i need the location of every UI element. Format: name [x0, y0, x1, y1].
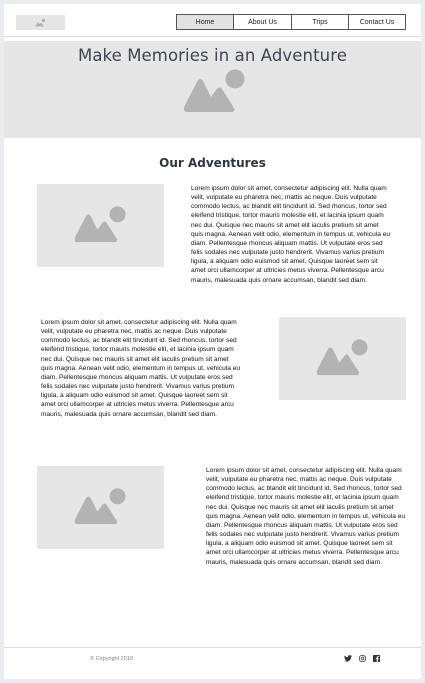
logo[interactable] — [16, 15, 65, 30]
nav-about-us[interactable]: About Us — [234, 15, 292, 29]
social-links — [344, 655, 380, 662]
main-nav: Home About Us Trips Contact Us — [176, 14, 406, 30]
page: Home About Us Trips Contact Us Make Memo… — [4, 4, 421, 679]
adventure-image-2 — [279, 317, 406, 400]
image-placeholder-icon — [74, 206, 126, 243]
section-title: Our Adventures — [159, 156, 266, 170]
adventure-text-2: Lorem ipsum dolor sit amet, consectetur … — [41, 319, 241, 418]
hero-banner: Make Memories in an Adventure — [4, 41, 421, 138]
adventure-text-1: Lorem ipsum dolor sit amet, consectetur … — [191, 185, 391, 284]
image-placeholder-icon — [316, 339, 368, 376]
hero-image-placeholder-icon — [184, 69, 245, 112]
twitter-icon[interactable] — [344, 655, 352, 662]
image-placeholder-icon — [35, 18, 46, 27]
adventure-text-3: Lorem ipsum dolor sit amet, consectetur … — [206, 467, 406, 566]
nav-trips[interactable]: Trips — [292, 15, 349, 29]
footer-divider — [4, 647, 421, 648]
header-divider — [4, 36, 421, 37]
adventure-image-1 — [37, 184, 164, 267]
instagram-icon[interactable] — [359, 655, 366, 662]
facebook-icon[interactable] — [373, 655, 380, 662]
nav-contact-us[interactable]: Contact Us — [349, 15, 405, 29]
copyright-text: © Copyright 2019 — [90, 656, 133, 662]
hero-title: Make Memories in an Adventure — [78, 46, 347, 65]
nav-home[interactable]: Home — [177, 15, 234, 29]
adventure-image-3 — [37, 466, 164, 549]
image-placeholder-icon — [74, 488, 126, 525]
